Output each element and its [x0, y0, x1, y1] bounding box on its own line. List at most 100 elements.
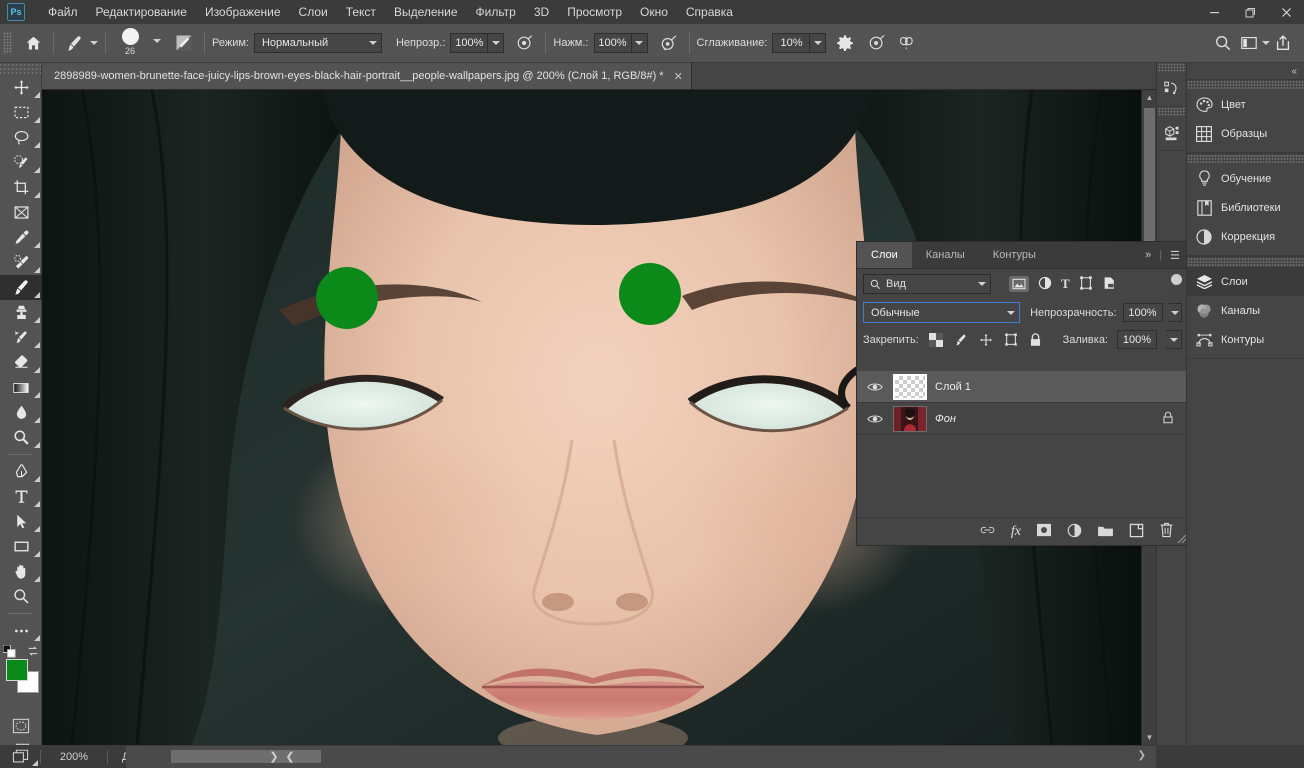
sidebar-item-paths[interactable]: Контуры — [1187, 325, 1304, 354]
add-layer-mask-icon[interactable] — [1036, 523, 1052, 540]
chevron-double-right-icon[interactable]: » — [1145, 249, 1151, 261]
brush-tool[interactable] — [0, 275, 42, 300]
new-adjustment-layer-icon[interactable] — [1067, 523, 1082, 541]
close-icon[interactable]: ✕ — [674, 70, 683, 83]
cube-icon[interactable] — [1157, 116, 1186, 150]
layer-fill-value[interactable]: 100% — [1117, 330, 1157, 349]
menu-layers[interactable]: Слои — [290, 2, 337, 22]
filter-shape-icon[interactable] — [1079, 276, 1093, 293]
eyedropper-tool[interactable] — [0, 225, 42, 250]
marquee-tool[interactable] — [0, 100, 42, 125]
opacity-stepper[interactable] — [488, 33, 504, 53]
brush-icon[interactable] — [61, 30, 87, 56]
toolbox-grip[interactable] — [0, 63, 41, 75]
panel-grip[interactable] — [1187, 154, 1304, 164]
symmetry-butterfly-icon[interactable] — [894, 30, 920, 56]
eye-icon[interactable] — [865, 381, 885, 393]
brush-preset-picker[interactable]: 26 — [113, 24, 161, 63]
eraser-tool[interactable] — [0, 350, 42, 375]
filter-enable-toggle[interactable] — [1171, 274, 1182, 294]
mode-dropdown[interactable]: Нормальный — [254, 33, 382, 53]
menu-3d[interactable]: 3D — [525, 2, 558, 22]
tool-preset-caret-icon[interactable] — [90, 41, 98, 45]
close-button[interactable] — [1268, 0, 1304, 24]
filter-pixel-icon[interactable] — [1009, 276, 1029, 292]
sidebar-item-learn[interactable]: Обучение — [1187, 164, 1304, 193]
airbrush-icon[interactable] — [656, 30, 682, 56]
minimize-button[interactable] — [1196, 0, 1232, 24]
history-panel-collapsed[interactable] — [1157, 63, 1186, 107]
layer-fill-stepper[interactable] — [1166, 330, 1182, 349]
link-layers-icon[interactable] — [979, 524, 996, 539]
layer-style-fx-icon[interactable]: fx — [1011, 524, 1021, 540]
swap-colors-icon[interactable] — [27, 645, 39, 660]
tool-preset-picker[interactable] — [61, 24, 98, 63]
filter-type-icon[interactable]: T — [1061, 276, 1070, 292]
lock-image-pixels-icon[interactable] — [953, 333, 969, 347]
table-row[interactable]: Фон — [857, 403, 1188, 435]
quick-selection-tool[interactable] — [0, 150, 42, 175]
panel-grip[interactable] — [1157, 63, 1186, 72]
workspace-caret-icon[interactable] — [1262, 41, 1270, 45]
blend-mode-dropdown[interactable]: Обычные — [863, 302, 1020, 323]
options-bar-grip[interactable] — [3, 32, 12, 54]
pressure-opacity-icon[interactable] — [512, 30, 538, 56]
edit-toolbar-button[interactable] — [0, 618, 42, 643]
rectangle-tool[interactable] — [0, 534, 42, 559]
pen-tool[interactable] — [0, 459, 42, 484]
sidebar-item-color[interactable]: Цвет — [1187, 90, 1304, 119]
dodge-tool[interactable] — [0, 425, 42, 450]
foreground-color-swatch[interactable] — [6, 659, 28, 681]
clone-stamp-tool[interactable] — [0, 300, 42, 325]
crop-tool[interactable] — [0, 175, 42, 200]
scroll-up-icon[interactable]: ▲ — [1142, 90, 1156, 105]
menu-window[interactable]: Окно — [631, 2, 677, 22]
zoom-tool[interactable] — [0, 584, 42, 609]
gear-icon[interactable] — [832, 30, 858, 56]
brush-settings-icon[interactable] — [171, 30, 197, 56]
blur-tool[interactable] — [0, 400, 42, 425]
layer-opacity-value[interactable]: 100% — [1123, 303, 1163, 322]
sidebar-item-swatches[interactable]: Образцы — [1187, 119, 1304, 148]
zoom-level[interactable]: 200% — [41, 751, 107, 763]
menu-view[interactable]: Просмотр — [558, 2, 631, 22]
brush-preview[interactable]: 26 — [113, 26, 147, 60]
menu-select[interactable]: Выделение — [385, 2, 467, 22]
brush-angle-icon[interactable] — [864, 30, 890, 56]
sidebar-item-adjustments[interactable]: Коррекция — [1187, 222, 1304, 251]
layer-thumbnail[interactable] — [893, 374, 927, 400]
document-tab[interactable]: 2898989-women-brunette-face-juicy-lips-b… — [42, 63, 692, 89]
path-selection-tool[interactable] — [0, 509, 42, 534]
search-icon[interactable] — [1210, 30, 1236, 56]
menu-image[interactable]: Изображение — [196, 2, 290, 22]
smoothing-value[interactable]: 10% — [772, 33, 810, 53]
lock-all-icon[interactable] — [1162, 411, 1174, 427]
workspace-icon[interactable] — [1236, 30, 1262, 56]
tab-paths[interactable]: Контуры — [979, 242, 1050, 268]
layer-name[interactable]: Слой 1 — [935, 381, 971, 393]
flow-stepper[interactable] — [632, 33, 648, 53]
home-icon[interactable] — [20, 30, 46, 56]
move-tool[interactable] — [0, 75, 42, 100]
menu-filter[interactable]: Фильтр — [467, 2, 525, 22]
eye-icon[interactable] — [865, 413, 885, 425]
gradient-tool[interactable] — [0, 375, 42, 400]
sidebar-item-layers[interactable]: Слои — [1187, 267, 1304, 296]
layer-opacity-stepper[interactable] — [1169, 303, 1183, 322]
default-colors-icon[interactable] — [3, 645, 16, 660]
menu-help[interactable]: Справка — [677, 2, 742, 22]
layer-name[interactable]: Фон — [935, 413, 956, 425]
layer-filter-dropdown[interactable]: Вид — [863, 274, 991, 294]
menu-file[interactable]: Файл — [39, 2, 87, 22]
lock-position-icon[interactable] — [978, 333, 994, 347]
new-group-icon[interactable] — [1097, 524, 1114, 540]
quick-mask-button[interactable] — [0, 713, 42, 738]
new-layer-icon[interactable] — [1129, 523, 1144, 541]
chevron-right-icon[interactable]: ❯ — [1138, 750, 1146, 761]
lock-all-icon[interactable] — [1028, 333, 1044, 347]
opacity-value[interactable]: 100% — [450, 33, 488, 53]
sidebar-item-channels[interactable]: Каналы — [1187, 296, 1304, 325]
lock-artboard-nesting-icon[interactable] — [1003, 333, 1019, 347]
status-collapse-icon[interactable]: ❮ — [278, 745, 302, 768]
sidebar-item-libraries[interactable]: Библиотеки — [1187, 193, 1304, 222]
